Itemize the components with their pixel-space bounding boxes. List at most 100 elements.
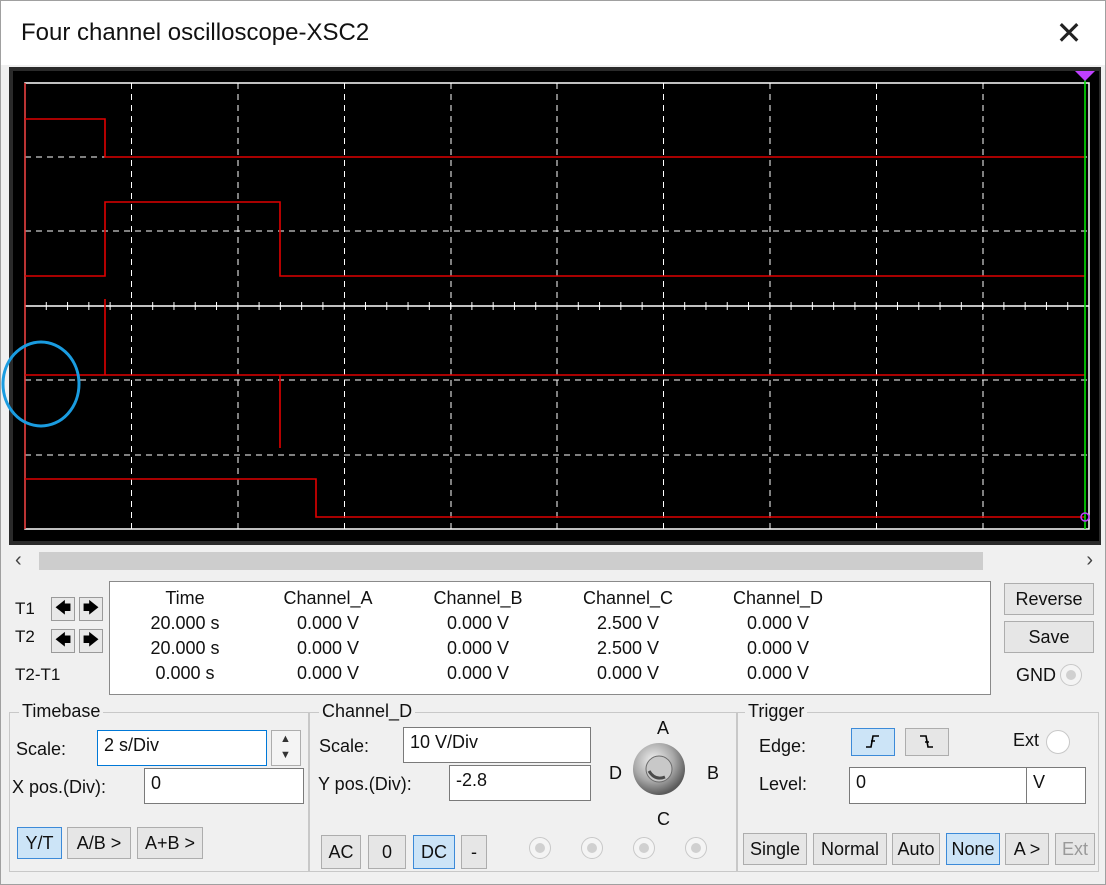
title-bar: Four channel oscilloscope-XSC2 ✕ [1,1,1105,65]
trigger-source-a-button[interactable]: A > [1005,833,1049,865]
single-mode-button[interactable]: Single [743,833,807,865]
coupling-zero-button[interactable]: 0 [368,835,406,869]
cursor-controls: T1 🡄 🡆 T2 🡄 🡆 T2-T1 [11,581,103,689]
spin-up-icon[interactable]: ▲ [280,733,291,745]
scroll-left-icon[interactable]: ‹ [15,549,22,572]
column-header: Channel_D [732,588,824,608]
level-field[interactable]: 0 [849,767,1027,804]
annotation-circle [1,340,81,428]
trace-channel-a [25,118,1085,158]
save-button[interactable]: Save [1004,621,1094,653]
falling-edge-button[interactable] [905,728,949,756]
diff-value: 0.000 V [746,663,810,683]
spin-down-icon[interactable]: ▼ [280,749,291,761]
t1-value: 0.000 V [296,613,360,633]
trace-channel-c [25,299,1085,448]
t1-right-button[interactable]: 🡆 [79,597,103,621]
channel-title: Channel_D [319,701,416,722]
measurement-readout: Time 20.000 s 20.000 s 0.000 s Channel_A… [109,581,991,695]
level-label: Level: [759,774,808,794]
t1-value: 0.000 V [446,613,510,633]
readout-column-channel-d: Channel_D 0.000 V 0.000 V 0.000 V [713,586,843,686]
invert-button[interactable]: - [461,835,487,869]
t1-value: 2.500 V [596,613,660,633]
trigger-ext-button[interactable]: Ext [1055,833,1095,865]
auto-mode-button[interactable]: Auto [892,833,940,865]
column-header: Time [165,588,205,608]
readout-column-channel-a: Channel_A 0.000 V 0.000 V 0.000 V [263,586,393,686]
coupling-ac-button[interactable]: AC [321,835,361,869]
diff-value: 0.000 V [446,663,510,683]
t2-value: 0.000 V [296,638,360,658]
gnd-label: GND [1016,665,1056,685]
knob-label-b: B [707,763,720,783]
horizontal-scrollbar[interactable]: ‹ › [9,547,1101,575]
trigger-title: Trigger [745,701,808,722]
t2-value: 20.000 s [150,638,220,658]
level-unit-field[interactable]: V [1026,767,1086,804]
knob-label-c: C [657,809,670,829]
readout-column-channel-c: Channel_C 2.500 V 2.500 V 0.000 V [563,586,693,686]
knob-label-a: A [657,718,670,738]
ab-mode-button[interactable]: A/B > [67,827,131,859]
ext-label: Ext [1013,730,1040,750]
t2-value: 0.000 V [746,638,810,658]
knob-label-d: D [609,763,622,783]
t2-t1-label: T2-T1 [15,665,61,684]
xpos-label: X pos.(Div): [12,777,107,797]
none-mode-button[interactable]: None [946,833,1000,865]
oscilloscope-window: Four channel oscilloscope-XSC2 ✕ ‹ › T1 … [0,0,1106,885]
window-title: Four channel oscilloscope-XSC2 [21,19,370,46]
reverse-button[interactable]: Reverse [1004,583,1094,615]
trace-channel-d [25,478,1085,518]
t2-value: 0.000 V [446,638,510,658]
column-header: Channel_B [433,588,523,608]
channel-a-terminal[interactable] [529,837,551,859]
channel-selector-knob-icon[interactable] [631,741,687,797]
gnd-terminal[interactable] [1060,664,1082,686]
close-icon[interactable]: ✕ [1051,15,1087,51]
yt-mode-button[interactable]: Y/T [17,827,62,859]
diff-value: 0.000 V [596,663,660,683]
t1-value: 0.000 V [746,613,810,633]
channel-c-terminal[interactable] [633,837,655,859]
t2-right-button[interactable]: 🡆 [79,629,103,653]
rising-edge-icon [866,735,879,748]
t2-left-button[interactable]: 🡄 [51,629,75,653]
scope-screen[interactable] [13,71,1099,541]
ypos-field[interactable]: -2.8 [449,765,591,801]
ypos-label: Y pos.(Div): [318,774,412,794]
timebase-title: Timebase [19,701,104,722]
xpos-field[interactable]: 0 [144,768,304,804]
t2-value: 2.500 V [596,638,660,658]
normal-mode-button[interactable]: Normal [813,833,887,865]
rising-edge-button[interactable] [851,728,895,756]
timebase-scale-label: Scale: [16,739,67,759]
cursor-t2-handle-icon[interactable] [1075,71,1095,81]
t1-label: T1 [15,599,35,618]
readout-column-time: Time 20.000 s 20.000 s 0.000 s [120,586,250,686]
column-header: Channel_A [283,588,373,608]
channel-scale-field[interactable]: 10 V/Div [403,727,591,763]
t1-left-button[interactable]: 🡄 [51,597,75,621]
trace-channel-b [25,201,1085,277]
ext-terminal[interactable] [1046,730,1070,754]
apb-mode-button[interactable]: A+B > [137,827,203,859]
falling-edge-icon [920,735,933,748]
scroll-thumb[interactable] [39,552,983,570]
diff-value: 0.000 s [155,663,215,683]
t2-label: T2 [15,627,35,646]
column-header: Channel_C [582,588,674,608]
scroll-right-icon[interactable]: › [1086,549,1093,572]
channel-scale-label: Scale: [319,736,370,756]
timebase-scale-field[interactable]: 2 s/Div [97,730,267,766]
channel-d-terminal[interactable] [685,837,707,859]
timebase-scale-spinner[interactable]: ▲ ▼ [271,730,301,766]
diff-value: 0.000 V [296,663,360,683]
scope-display [24,71,1095,530]
readout-column-channel-b: Channel_B 0.000 V 0.000 V 0.000 V [413,586,543,686]
t1-value: 20.000 s [150,613,220,633]
channel-b-terminal[interactable] [581,837,603,859]
coupling-dc-button[interactable]: DC [413,835,455,869]
edge-label: Edge: [759,736,807,756]
